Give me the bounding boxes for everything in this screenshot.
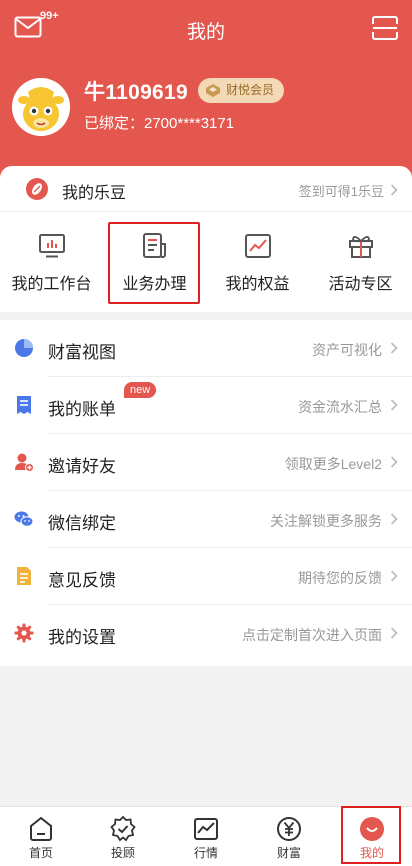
username: 牛1109619 [84,81,188,104]
quick-actions-card: 我的乐豆 签到可得1乐豆 我的工作台 业务办理 我的权益 活动专区 [0,166,412,312]
wechat-icon [14,511,34,527]
feedback-icon [17,567,31,585]
menu-item-invite-friends[interactable]: 邀请好友 领取更多Level2 [0,434,412,491]
chevron-right-icon [390,627,398,639]
tab-market[interactable]: 行情 [165,807,247,866]
chevron-right-icon [390,513,398,525]
home-icon [30,816,52,841]
bill-icon [17,396,31,414]
menu-item-wechat-bind[interactable]: 微信绑定 关注解锁更多服务 [0,491,412,548]
gear-icon [14,623,34,643]
ledou-hint: 签到可得1乐豆 [298,184,384,199]
tab-home[interactable]: 首页 [0,807,82,866]
chevron-right-icon [390,342,398,354]
menu-item-hint: 关注解锁更多服务 [270,513,382,529]
menu-item-hint: 资产可视化 [312,342,382,358]
bean-icon [26,178,48,200]
chevron-right-icon [390,456,398,468]
market-icon [194,818,218,840]
chevron-right-icon [390,399,398,411]
monitor-chart-icon [38,234,65,258]
scan-icon[interactable] [372,16,398,40]
menu-item-settings[interactable]: 我的设置 点击定制首次进入页面 [0,605,412,662]
menu-item-label: 我的账单 [48,400,116,419]
avatar[interactable] [12,78,70,136]
gem-icon [206,84,220,97]
menu-item-hint: 点击定制首次进入页面 [242,627,382,643]
quick-action-events[interactable]: 活动专区 [309,222,412,304]
quick-action-label: 我的权益 [225,276,290,293]
add-user-icon [15,453,34,472]
pie-chart-icon [15,339,33,357]
chevron-right-icon [390,570,398,582]
cow-avatar-icon [12,78,70,136]
highlight-box [341,806,401,864]
menu-item-label: 邀请好友 [48,457,116,476]
menu-item-label: 意见反馈 [48,571,116,590]
quick-action-label: 活动专区 [328,276,393,293]
quick-action-benefits[interactable]: 我的权益 [206,222,309,304]
tab-wealth[interactable]: 财富 [248,807,330,866]
highlight-box [108,222,200,304]
tab-label: 首页 [28,846,53,860]
menu-item-hint: 资金流水汇总 [298,399,382,415]
menu-item-label: 我的设置 [48,628,116,647]
menu-item-label: 微信绑定 [48,514,116,533]
page-title: 我的 [186,22,225,43]
tab-advisor[interactable]: 投顾 [82,807,164,866]
tab-label: 行情 [193,846,218,860]
menu-item-my-bill[interactable]: 我的账单 new 资金流水汇总 [0,377,412,434]
advisor-icon [110,816,136,842]
tab-label: 财富 [276,846,301,860]
menu-list: 财富视图 资产可视化 我的账单 new 资金流水汇总 邀请好友 领取更多Leve… [0,320,412,666]
menu-item-label: 财富视图 [48,343,116,362]
yuan-icon [277,817,301,841]
member-badge-label: 财悦会员 [226,83,275,97]
new-badge: new [124,382,157,398]
menu-item-hint: 期待您的反馈 [298,570,382,586]
tab-label: 投顾 [110,846,135,860]
menu-item-wealth-view[interactable]: 财富视图 资产可视化 [0,320,412,377]
ledou-row[interactable]: 我的乐豆 签到可得1乐豆 [0,166,412,212]
menu-item-hint: 领取更多Level2 [284,456,382,472]
ledou-label: 我的乐豆 [62,185,127,202]
member-badge[interactable]: 财悦会员 [198,78,285,103]
quick-action-label: 我的工作台 [11,276,92,293]
trend-chart-icon [244,234,271,258]
menu-item-feedback[interactable]: 意见反馈 期待您的反馈 [0,548,412,605]
bound-account: 已绑定：2700****3171 [84,115,235,132]
chevron-right-icon [390,184,398,196]
quick-action-workbench[interactable]: 我的工作台 [0,222,103,304]
gift-icon [348,236,373,258]
